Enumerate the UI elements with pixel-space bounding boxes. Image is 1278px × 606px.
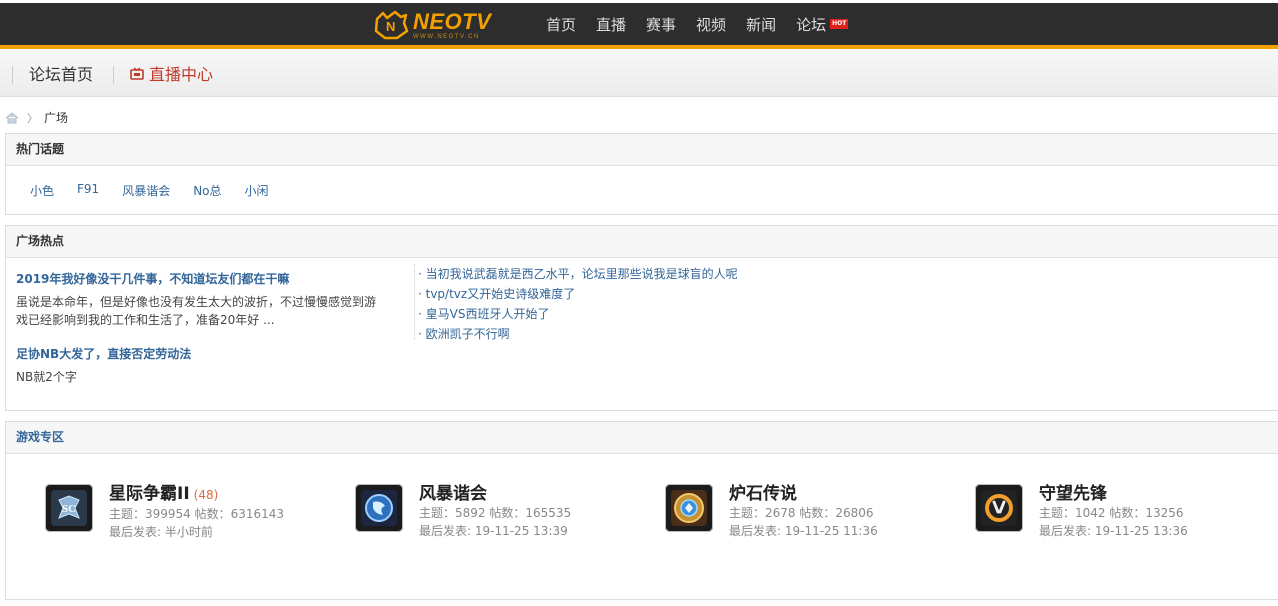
tag-link[interactable]: 小闲 <box>245 182 269 199</box>
tag-link[interactable]: F91 <box>77 182 99 199</box>
divider <box>12 66 13 84</box>
featured-post-desc: NB就2个字 <box>16 370 77 384</box>
main-nav: 首页 直播 赛事 视频 新闻 论坛 HOT <box>546 3 868 45</box>
game-name[interactable]: 守望先锋 <box>1039 484 1188 504</box>
home-icon[interactable] <box>5 111 19 124</box>
divider <box>113 66 114 84</box>
game-last-post: 最后发表: 19-11-25 11:36 <box>729 524 878 538</box>
game-name-label: 星际争霸II <box>109 484 190 504</box>
featured-post-desc: 虽说是本命年，但是好像也没有发生太大的波折，不过慢慢感觉到游戏已经影响到我的工作… <box>16 295 377 327</box>
hot-link[interactable]: · 当初我说武磊就是西乙水平，论坛里那些说我是球盲的人呢 <box>418 264 738 284</box>
top-navbar: N NEOTV WWW.NEOTV.CN 首页 直播 赛事 视频 新闻 论坛 HO… <box>0 3 1278 49</box>
game-item-starcraft2: SC 星际争霸II (48) 主题：399954 帖数：6316143 最后发表:… <box>45 484 284 541</box>
game-last-post: 最后发表: 19-11-25 13:36 <box>1039 524 1188 538</box>
game-item-overwatch: 守望先锋 主题：1042 帖数：13256 最后发表: 19-11-25 13:… <box>975 484 1188 540</box>
plaza-hot-panel: 广场热点 2019年我好像没干几件事，不知道坛友们都在干嘛 虽说是本命年，但是好… <box>5 225 1278 411</box>
game-name-label: 风暴谐会 <box>419 484 487 504</box>
game-today-count: (48) <box>193 488 219 502</box>
plaza-hot-title: 广场热点 <box>6 226 1278 258</box>
game-zone-panel: 游戏专区 SC 星际争霸II (48) 主题：399954 帖数：6316143 … <box>5 421 1278 600</box>
featured-post-title[interactable]: 足协NB大发了，直接否定劳动法 <box>16 345 386 362</box>
hot-link[interactable]: · tvp/tvz又开始史诗级难度了 <box>418 284 738 304</box>
game-last-post: 最后发表: 半小时前 <box>109 525 213 539</box>
hot-links-list: · 当初我说武磊就是西乙水平，论坛里那些说我是球盲的人呢 · tvp/tvz又开… <box>414 264 738 341</box>
live-center-label: 直播中心 <box>149 65 214 84</box>
tag-link[interactable]: No总 <box>193 182 221 199</box>
game-item-hearthstone: 炉石传说 主题：2678 帖数：26806 最后发表: 19-11-25 11:… <box>665 484 878 540</box>
starcraft2-icon[interactable]: SC <box>45 484 93 532</box>
svg-text:SC: SC <box>62 503 76 515</box>
hot-link[interactable]: · 皇马VS西班牙人开始了 <box>418 304 738 324</box>
game-zone-title: 游戏专区 <box>6 422 1278 454</box>
game-last-post: 最后发表: 19-11-25 13:39 <box>419 524 568 538</box>
hot-topics-panel: 热门话题 小色 F91 风暴谐会 No总 小闲 <box>5 133 1278 215</box>
heroes-storm-icon[interactable] <box>355 484 403 532</box>
neotv-logo-icon: N <box>373 9 409 41</box>
tag-link[interactable]: 小色 <box>30 182 54 199</box>
breadcrumb-current: 广场 <box>44 111 69 125</box>
overwatch-icon[interactable] <box>975 484 1023 532</box>
game-stats: 主题：1042 帖数：13256 <box>1039 506 1184 520</box>
game-stats: 主题：5892 帖数：165535 <box>419 506 572 520</box>
forum-home-link[interactable]: 论坛首页 <box>29 65 93 85</box>
logo-name: NEOTV <box>413 8 492 34</box>
hearthstone-icon[interactable] <box>665 484 713 532</box>
breadcrumb-separator-icon: 〉 <box>27 111 38 125</box>
nav-forum[interactable]: 论坛 HOT <box>796 14 849 35</box>
hot-topics-tags: 小色 F91 风暴谐会 No总 小闲 <box>30 182 292 199</box>
game-name[interactable]: 星际争霸II (48) <box>109 484 284 505</box>
logo-url: WWW.NEOTV.CN <box>413 33 480 40</box>
nav-video[interactable]: 视频 <box>696 14 726 35</box>
featured-post-title[interactable]: 2019年我好像没干几件事，不知道坛友们都在干嘛 <box>16 270 386 287</box>
nav-live[interactable]: 直播 <box>596 14 626 35</box>
hot-topics-title: 热门话题 <box>6 134 1278 166</box>
game-name-label: 炉石传说 <box>729 484 797 504</box>
featured-posts: 2019年我好像没干几件事，不知道坛友们都在干嘛 虽说是本命年，但是好像也没有发… <box>16 270 386 386</box>
game-stats: 主题：399954 帖数：6316143 <box>109 507 285 521</box>
game-stats: 主题：2678 帖数：26806 <box>729 506 874 520</box>
hot-link[interactable]: · 欧洲凯子不行啊 <box>418 324 738 344</box>
tv-icon <box>130 67 144 80</box>
game-name[interactable]: 风暴谐会 <box>419 484 571 504</box>
game-name-label: 守望先锋 <box>1039 484 1107 504</box>
breadcrumb: 〉 广场 <box>5 109 68 126</box>
nav-home[interactable]: 首页 <box>546 14 576 35</box>
game-item-heroes-storm: 风暴谐会 主题：5892 帖数：165535 最后发表: 19-11-25 13… <box>355 484 571 540</box>
svg-text:N: N <box>386 19 395 34</box>
live-center-link[interactable]: 直播中心 <box>130 65 213 85</box>
tag-link[interactable]: 风暴谐会 <box>122 182 170 199</box>
game-name[interactable]: 炉石传说 <box>729 484 878 504</box>
nav-news[interactable]: 新闻 <box>746 14 776 35</box>
nav-forum-label: 论坛 <box>796 15 827 34</box>
hot-badge: HOT <box>830 19 849 29</box>
neotv-logo[interactable]: N NEOTV WWW.NEOTV.CN <box>373 8 491 42</box>
nav-events[interactable]: 赛事 <box>646 14 676 35</box>
sub-navbar: 论坛首页 直播中心 <box>0 49 1278 97</box>
